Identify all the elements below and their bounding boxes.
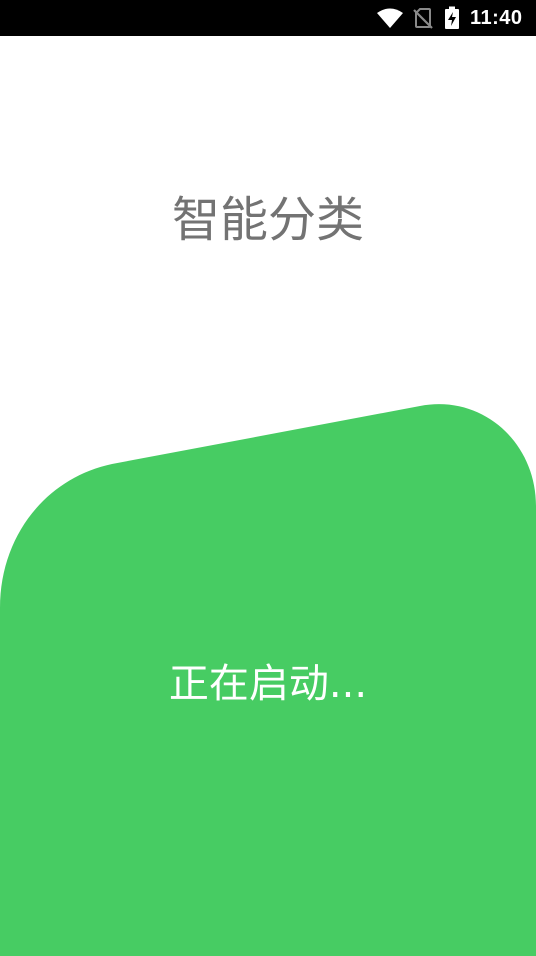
no-sim-icon xyxy=(412,0,434,36)
battery-charging-icon xyxy=(444,0,460,36)
green-wave-shape xyxy=(0,404,536,956)
status-time: 11:40 xyxy=(470,7,523,29)
wifi-icon xyxy=(376,0,404,36)
splash-screen: 11:40 智能分类 正在启动... xyxy=(0,0,536,956)
app-title: 智能分类 xyxy=(171,192,364,248)
loading-text: 正在启动... xyxy=(168,661,368,707)
status-bar: 11:40 xyxy=(0,0,536,36)
